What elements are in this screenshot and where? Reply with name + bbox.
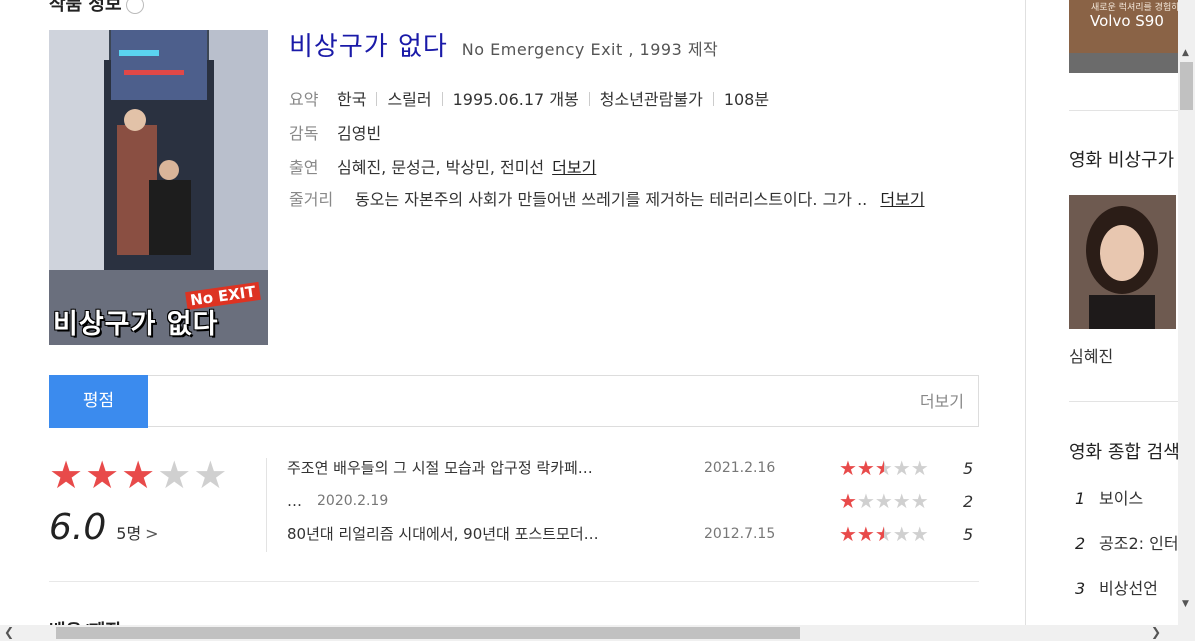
movie-subtitle: No Emergency Exit , 1993 제작	[461, 40, 719, 59]
scroll-right-icon[interactable]: ❯	[1151, 625, 1161, 639]
director-name[interactable]: 김영빈	[337, 117, 381, 151]
section-heading-partial: 작품 정보	[49, 0, 144, 16]
vertical-scrollbar[interactable]: ▲ ▼	[1178, 0, 1195, 625]
ad-title: Volvo S90	[1090, 12, 1164, 30]
rating-more-link[interactable]: 더보기	[920, 376, 964, 428]
review-date: 2020.2.19	[317, 493, 389, 509]
review-stars: ★★★★★	[839, 489, 929, 513]
ranking-item[interactable]: 3 비상선언	[1075, 575, 1158, 599]
related-heading: 영화 비상구가 없다	[1069, 150, 1195, 171]
review-stars: ★★★★★	[839, 522, 929, 546]
divider	[376, 92, 378, 106]
review-row[interactable]: … 2020.2.19 ★★★★★ 2	[287, 485, 977, 518]
chevron-right-icon: >	[145, 524, 159, 543]
cast-row: 출연 심혜진, 문성근, 박상민, 전미선 더보기	[289, 158, 597, 177]
tab-rating[interactable]: 평점	[49, 375, 148, 428]
synopsis-row: 줄거리 동오는 자본주의 사회가 만들어낸 쓰레기를 제거하는 테러리스트이다.…	[289, 190, 925, 209]
divider	[712, 92, 714, 106]
review-text[interactable]: 주조연 배우들의 그 시절 모습과 압구정 락카페…	[287, 452, 593, 485]
divider	[1069, 110, 1195, 111]
help-icon[interactable]	[125, 0, 144, 14]
cast-more-link[interactable]: 더보기	[552, 158, 596, 177]
synopsis-more-link[interactable]: 더보기	[880, 190, 924, 209]
scroll-left-icon[interactable]: ❮	[4, 625, 14, 639]
summary-genre: 스릴러	[387, 90, 432, 109]
scroll-up-icon[interactable]: ▲	[1182, 48, 1189, 58]
director-row: 감독 김영빈	[289, 117, 969, 151]
scroll-thumb[interactable]	[1180, 62, 1193, 110]
ranking-heading: 영화 종합 검색어	[1069, 442, 1195, 463]
actor-photo[interactable]	[1069, 195, 1176, 329]
ranking-item[interactable]: 1 보이스	[1075, 485, 1143, 509]
poster-title: 비상구가 없다	[53, 309, 219, 340]
review-text[interactable]: …	[287, 485, 302, 518]
review-row[interactable]: 주조연 배우들의 그 시절 모습과 압구정 락카페… 2021.2.16 ★★★…	[287, 452, 977, 485]
divider	[441, 92, 443, 106]
synopsis-text: 동오는 자본주의 사회가 만들어낸 쓰레기를 제거하는 테러리스트이다. 그가 …	[355, 190, 868, 209]
divider	[266, 458, 267, 552]
review-list: 주조연 배우들의 그 시절 모습과 압구정 락카페… 2021.2.16 ★★★…	[287, 452, 977, 551]
movie-poster[interactable]: No EXIT 비상구가 없다	[49, 30, 268, 345]
review-text[interactable]: 80년대 리얼리즘 시대에서, 90년대 포스트모더…	[287, 518, 599, 551]
cast-names[interactable]: 심혜진, 문성근, 박상민, 전미선	[337, 158, 544, 177]
divider	[1069, 401, 1195, 402]
horizontal-scrollbar[interactable]: ❮ ❯	[0, 625, 1195, 641]
summary-runtime: 108분	[723, 90, 770, 109]
scroll-thumb[interactable]	[56, 627, 800, 639]
review-stars: ★★★★★	[839, 456, 929, 480]
overall-rating: ★★★★★ 6.0 5명 >	[49, 455, 259, 548]
rating-tabbar: 평점 더보기	[49, 375, 979, 428]
movie-title[interactable]: 비상구가 없다	[289, 26, 448, 63]
rating-count-link[interactable]: 5명 >	[116, 520, 158, 544]
review-score: 5	[963, 459, 974, 478]
scroll-down-icon[interactable]: ▼	[1182, 599, 1189, 609]
review-date: 2012.7.15	[704, 526, 776, 542]
movie-info: 비상구가 없다 No Emergency Exit , 1993 제작 요약 한…	[289, 26, 969, 215]
review-score: 2	[963, 492, 974, 511]
ad-banner[interactable]: 새로운 럭셔리를 경험하다 Volvo S90	[1069, 0, 1195, 73]
summary-row: 요약 한국 스릴러 1995.06.17 개봉 청소년관람불가 108분	[289, 90, 770, 109]
divider	[49, 581, 979, 582]
review-score: 5	[963, 525, 974, 544]
review-row[interactable]: 80년대 리얼리즘 시대에서, 90년대 포스트모더… 2012.7.15 ★★…	[287, 518, 977, 551]
divider	[588, 92, 590, 106]
summary-release: 1995.06.17 개봉	[452, 90, 579, 109]
ranking-item[interactable]: 2공조2: 인터내셔날	[1075, 530, 1195, 554]
column-divider	[1025, 0, 1026, 641]
actor-name[interactable]: 심혜진	[1069, 343, 1113, 367]
summary-country: 한국	[337, 90, 367, 109]
summary-age-rating: 청소년관람불가	[599, 90, 703, 109]
rating-stars: ★★★★★	[49, 453, 230, 497]
review-date: 2021.2.16	[704, 460, 776, 476]
rating-score: 6.0	[49, 507, 107, 548]
